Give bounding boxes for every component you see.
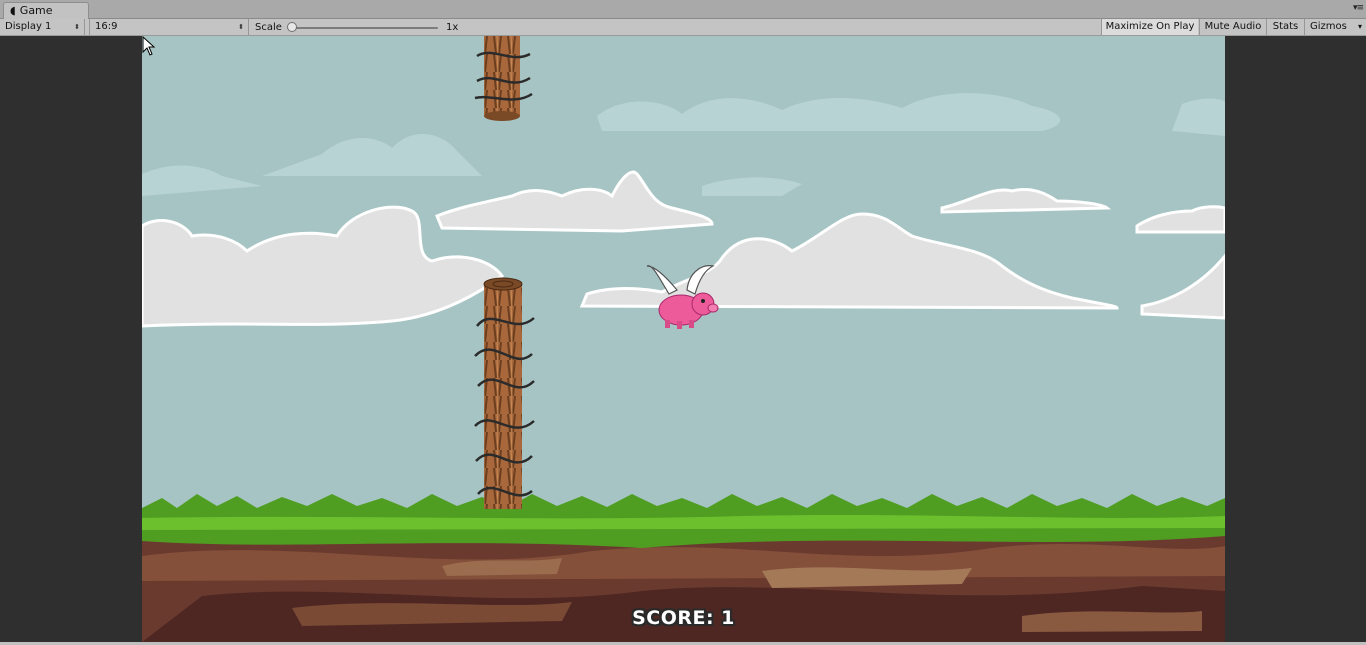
dropdown-arrows-icon: ⬍ — [238, 23, 244, 31]
aspect-dropdown-label: 16:9 — [95, 21, 118, 32]
game-toolbar: Display 1 ⬍ 16:9 ⬍ Scale 1x Maximize On … — [0, 19, 1366, 36]
scale-label: Scale — [255, 22, 282, 33]
maximize-on-play-button[interactable]: Maximize On Play — [1101, 19, 1198, 35]
scale-slider-thumb[interactable] — [287, 22, 297, 32]
game-tab-label: Game — [19, 4, 53, 17]
stats-button[interactable]: Stats — [1266, 19, 1304, 35]
gizmos-dropdown[interactable]: Gizmos ▾ — [1304, 19, 1366, 35]
dropdown-arrows-icon: ⬍ — [74, 23, 80, 31]
scale-value: 1x — [446, 22, 459, 33]
far-clouds — [142, 93, 1225, 196]
score-label: SCORE: 1 — [632, 607, 735, 629]
gizmos-label: Gizmos — [1310, 21, 1347, 32]
game-tab[interactable]: ◖ Game — [3, 2, 89, 19]
bottom-log-obstacle — [474, 277, 535, 509]
mouse-cursor-icon — [142, 36, 156, 56]
display-dropdown-label: Display 1 — [5, 21, 52, 32]
grass-strip — [142, 494, 1225, 548]
game-view: SCORE: 1 — [0, 36, 1366, 645]
pacman-icon: ◖ — [10, 4, 16, 17]
mute-audio-button[interactable]: Mute Audio — [1199, 19, 1266, 35]
window-tab-strip: ◖ Game ▾≡ — [0, 0, 1366, 19]
top-log-obstacle — [474, 36, 533, 121]
game-scene[interactable]: SCORE: 1 — [142, 36, 1225, 642]
tab-menu-icon[interactable]: ▾≡ — [1353, 3, 1364, 13]
chevron-down-icon: ▾ — [1357, 22, 1362, 31]
display-dropdown[interactable]: Display 1 ⬍ — [0, 19, 85, 35]
aspect-dropdown[interactable]: 16:9 ⬍ — [89, 19, 249, 35]
scale-slider-track[interactable] — [292, 27, 438, 29]
scene-graphics — [142, 36, 1225, 642]
